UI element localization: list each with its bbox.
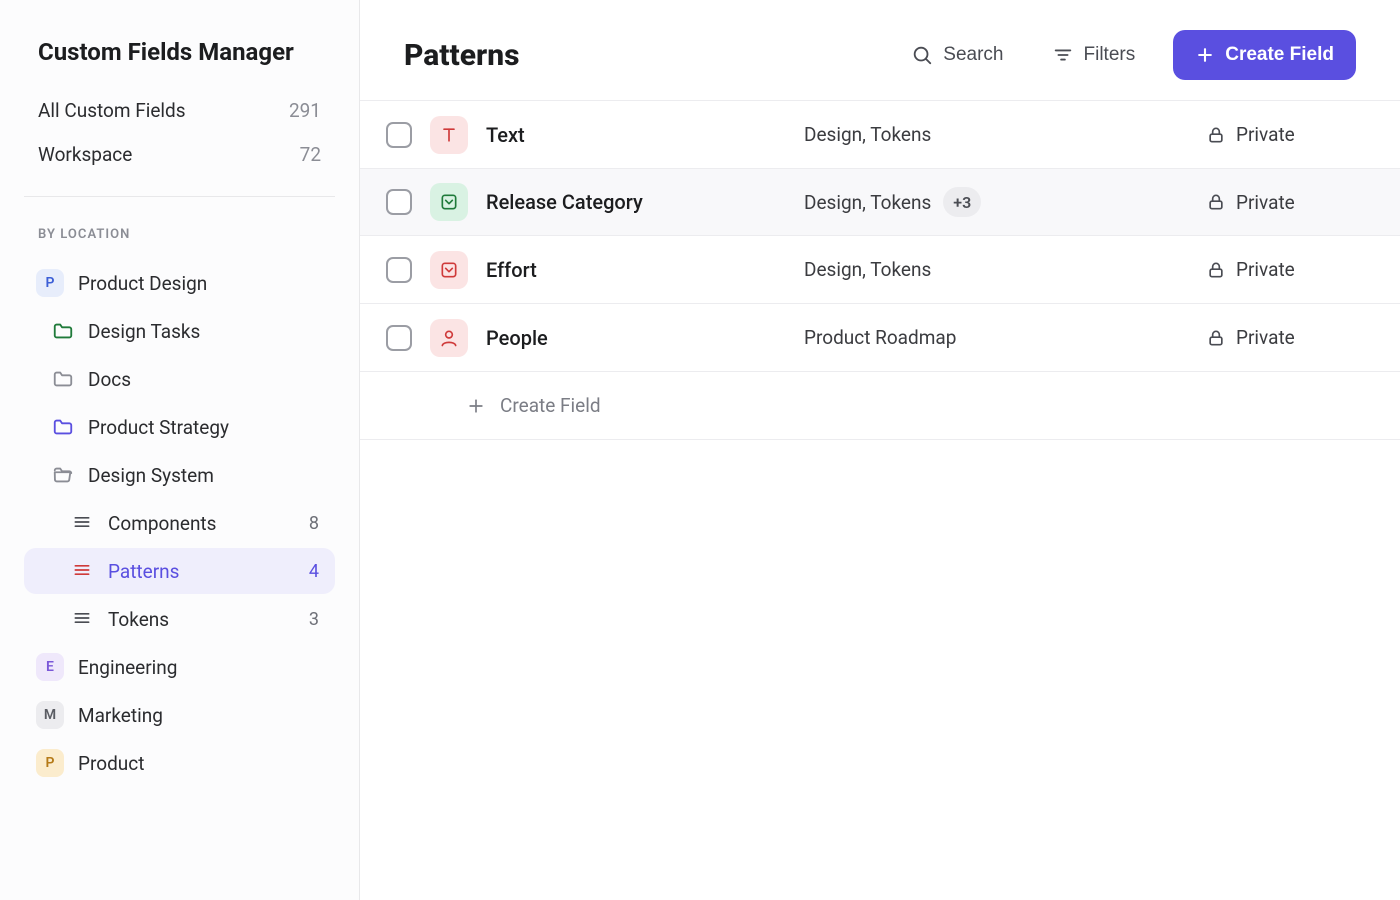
create-field-label: Create Field: [1225, 44, 1334, 66]
tree-count: 4: [309, 561, 323, 582]
tree-docs[interactable]: Docs: [24, 356, 335, 402]
row-checkbox[interactable]: [386, 325, 412, 351]
text-field-icon: [430, 116, 468, 154]
folder-icon: [52, 320, 74, 342]
search-button[interactable]: Search: [901, 34, 1013, 76]
dropdown-field-icon: [430, 183, 468, 221]
person-field-icon: [430, 319, 468, 357]
locations-overflow-chip[interactable]: +3: [943, 187, 981, 217]
search-icon: [911, 44, 933, 66]
tree-label: Design System: [88, 464, 323, 487]
tree-label: Marketing: [78, 704, 323, 727]
search-label: Search: [943, 44, 1003, 66]
tree-label: Components: [108, 512, 295, 535]
nav-item-count: 72: [300, 143, 321, 166]
tree-label: Design Tasks: [88, 320, 323, 343]
field-name: Effort: [486, 258, 786, 282]
lock-icon: [1206, 328, 1226, 348]
tree-components[interactable]: Components 8: [24, 500, 335, 546]
nav-workspace[interactable]: Workspace 72: [24, 132, 335, 176]
sidebar-section-label: BY LOCATION: [24, 221, 335, 260]
plus-icon: [466, 396, 486, 416]
folder-icon: [52, 368, 74, 390]
field-name: Release Category: [486, 190, 786, 214]
field-row[interactable]: Text Design, Tokens Private: [360, 101, 1400, 169]
field-locations: Product Roadmap: [804, 326, 1188, 349]
list-icon: [72, 560, 94, 582]
field-visibility: Private: [1206, 326, 1356, 349]
sidebar-tree: P Product Design Design Tasks Docs Produ…: [24, 260, 335, 786]
lock-icon: [1206, 125, 1226, 145]
tree-label: Product: [78, 752, 323, 775]
nav-item-label: Workspace: [38, 143, 132, 166]
page-title: Patterns: [404, 38, 873, 73]
field-row[interactable]: Release Category Design, Tokens +3 Priva…: [360, 168, 1400, 236]
folder-icon: [52, 416, 74, 438]
space-badge-icon: P: [36, 749, 64, 777]
tree-marketing[interactable]: M Marketing: [24, 692, 335, 738]
tree-count: 3: [309, 609, 323, 630]
tree-label: Engineering: [78, 656, 323, 679]
lock-icon: [1206, 192, 1226, 212]
create-field-row[interactable]: Create Field: [360, 372, 1400, 440]
row-checkbox[interactable]: [386, 257, 412, 283]
row-checkbox[interactable]: [386, 189, 412, 215]
space-badge-icon: P: [36, 269, 64, 297]
field-name: People: [486, 326, 786, 350]
nav-item-count: 291: [289, 99, 321, 122]
tree-label: Product Design: [78, 272, 323, 295]
dropdown-field-icon: [430, 251, 468, 289]
row-checkbox[interactable]: [386, 122, 412, 148]
tree-label: Tokens: [108, 608, 295, 631]
field-row[interactable]: People Product Roadmap Private: [360, 304, 1400, 372]
lock-icon: [1206, 260, 1226, 280]
tree-product-design[interactable]: P Product Design: [24, 260, 335, 306]
tree-label: Docs: [88, 368, 323, 391]
tree-product-strategy[interactable]: Product Strategy: [24, 404, 335, 450]
field-visibility: Private: [1206, 123, 1356, 146]
create-field-row-label: Create Field: [500, 394, 601, 417]
list-icon: [72, 608, 94, 630]
list-icon: [72, 512, 94, 534]
nav-all-custom-fields[interactable]: All Custom Fields 291: [24, 88, 335, 132]
filters-label: Filters: [1084, 44, 1136, 66]
field-name: Text: [486, 123, 786, 147]
nav-item-label: All Custom Fields: [38, 99, 186, 122]
field-row[interactable]: Effort Design, Tokens Private: [360, 236, 1400, 304]
create-field-button[interactable]: Create Field: [1173, 30, 1356, 80]
filter-icon: [1052, 44, 1074, 66]
sidebar-nav-top: All Custom Fields 291 Workspace 72: [24, 88, 335, 197]
field-visibility: Private: [1206, 258, 1356, 281]
tree-label: Product Strategy: [88, 416, 323, 439]
tree-label: Patterns: [108, 560, 295, 583]
space-badge-icon: M: [36, 701, 64, 729]
plus-icon: [1195, 45, 1215, 65]
tree-tokens[interactable]: Tokens 3: [24, 596, 335, 642]
tree-design-system[interactable]: Design System: [24, 452, 335, 498]
tree-engineering[interactable]: E Engineering: [24, 644, 335, 690]
space-badge-icon: E: [36, 653, 64, 681]
field-visibility: Private: [1206, 191, 1356, 214]
field-locations: Design, Tokens: [804, 123, 1188, 146]
field-locations: Design, Tokens: [804, 258, 1188, 281]
main-header: Patterns Search Filters Create Field: [404, 30, 1356, 100]
field-list: Text Design, Tokens Private Release Cate…: [360, 100, 1400, 440]
sidebar-title: Custom Fields Manager: [24, 38, 335, 88]
main: Patterns Search Filters Create Field: [360, 0, 1400, 900]
tree-design-tasks[interactable]: Design Tasks: [24, 308, 335, 354]
folder-open-icon: [52, 464, 74, 486]
field-locations: Design, Tokens +3: [804, 187, 1188, 217]
tree-count: 8: [309, 513, 323, 534]
filters-button[interactable]: Filters: [1042, 34, 1146, 76]
sidebar: Custom Fields Manager All Custom Fields …: [0, 0, 360, 900]
tree-product[interactable]: P Product: [24, 740, 335, 786]
tree-patterns[interactable]: Patterns 4: [24, 548, 335, 594]
